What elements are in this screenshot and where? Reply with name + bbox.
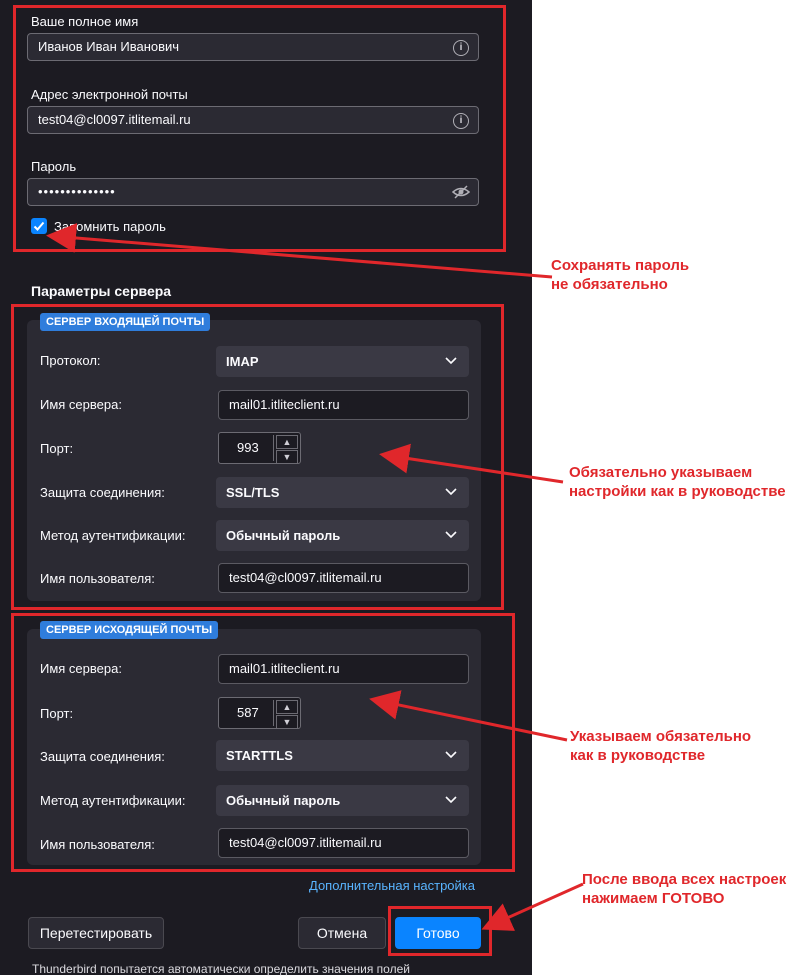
arrow-remember	[46, 223, 553, 279]
arrow-incoming	[379, 443, 564, 484]
annotation-note-2: Обязательно указываем настройки как в ру…	[569, 463, 786, 501]
annotation-note-3: Указываем обязательно как в руководстве	[570, 727, 751, 765]
note-line: не обязательно	[551, 276, 668, 293]
arrow-done	[481, 882, 584, 931]
note-line: После ввода всех настроек	[582, 871, 787, 888]
annotation-note-1: Сохранять пароль не обязательно	[551, 256, 689, 294]
note-line: настройки как в руководстве	[569, 483, 786, 500]
note-line: Указываем обязательно	[570, 728, 752, 745]
note-line: Обязательно указываем	[569, 464, 753, 481]
annotation-note-4: После ввода всех настроек нажимаем ГОТОВ…	[582, 870, 786, 908]
note-line: Сохранять пароль	[551, 257, 690, 274]
arrow-outgoing	[369, 690, 568, 742]
note-line: нажимаем ГОТОВО	[582, 890, 725, 907]
note-line: как в руководстве	[570, 747, 706, 764]
